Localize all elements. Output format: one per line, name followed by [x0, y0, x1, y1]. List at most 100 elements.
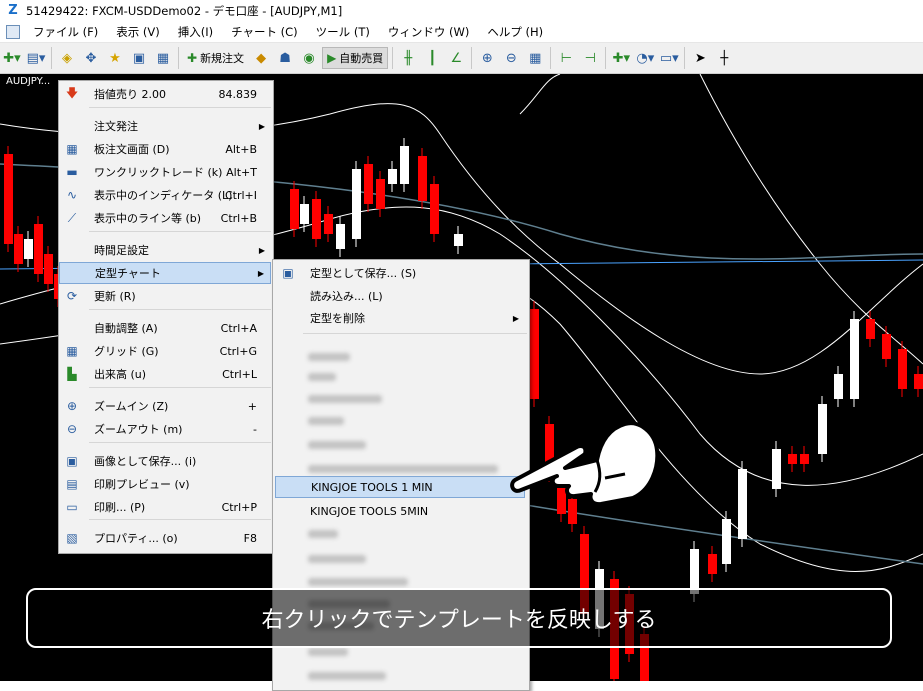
zoom-out-item[interactable]: ⊖ ズームアウト (m) - — [59, 418, 271, 440]
blurred-template-item[interactable] — [308, 672, 386, 680]
place-order-item[interactable]: 注文発注 ▶ — [59, 115, 271, 137]
crosshair-icon[interactable]: ┼ — [713, 47, 735, 69]
chart-shift-icon[interactable]: ⊣ — [579, 47, 601, 69]
sell-limit-item[interactable]: 🡇 指値売り 2.00 84.839 — [59, 83, 271, 105]
order-board-item[interactable]: ▦ 板注文画面 (D) Alt+B — [59, 138, 271, 160]
timeframes-item[interactable]: 時間足設定 ▶ — [59, 239, 271, 261]
save-as-picture-item[interactable]: ▣ 画像として保存... (i) — [59, 450, 271, 472]
menu-item-label: 表示中のライン等 (b) — [94, 212, 202, 225]
volume-item[interactable]: ▙ 出来高 (u) Ctrl+L — [59, 363, 271, 385]
submenu-arrow-icon: ▶ — [512, 313, 519, 323]
menu-help[interactable]: ヘルプ (H) — [478, 24, 552, 40]
bar-chart-icon[interactable]: ╫ — [397, 47, 419, 69]
bull-candle — [388, 169, 397, 184]
metaeditor-icon[interactable]: ◆ — [250, 47, 272, 69]
menu-separator — [89, 387, 271, 388]
menu-insert[interactable]: 挿入(I) — [169, 24, 222, 40]
blurred-template-item[interactable] — [308, 648, 348, 656]
bear-candle — [882, 334, 891, 359]
toolbar: ✚▾ ▤▾ ◈ ✥ ★ ▣ ▦ ✚ 新規注文 ◆ ☗ ◉ ▶ 自動売買 ╫ ┃ ∠ … — [0, 43, 923, 74]
blurred-template-item[interactable] — [308, 578, 408, 586]
menu-item-shortcut: 84.839 — [218, 87, 258, 101]
print-preview-item[interactable]: ▤ 印刷プレビュー (v) — [59, 473, 271, 495]
new-chart-icon[interactable]: ✚▾ — [1, 47, 23, 69]
toolbar-separator — [605, 47, 607, 69]
objects-icon: ⟋ — [67, 210, 77, 225]
candlestick-icon[interactable]: ┃ — [421, 47, 443, 69]
crosshair-nav-icon[interactable]: ✥ — [80, 47, 102, 69]
chart-window-icon[interactable] — [6, 25, 20, 39]
blurred-template-item[interactable] — [308, 465, 498, 473]
line-chart-icon[interactable]: ∠ — [445, 47, 467, 69]
indicators-icon[interactable]: ✚▾ — [610, 47, 632, 69]
menu-window[interactable]: ウィンドウ (W) — [379, 24, 479, 40]
menu-tools[interactable]: ツール (T) — [307, 24, 379, 40]
market-watch-icon[interactable]: ◈ — [56, 47, 78, 69]
save-template-item[interactable]: ▣ 定型として保存... (S) — [275, 262, 525, 284]
menu-item-shortcut: + — [247, 399, 257, 413]
template-kingjoe-5min-item[interactable]: KINGJOE TOOLS 5MIN — [275, 500, 525, 522]
tester-icon[interactable]: ▦ — [152, 47, 174, 69]
blurred-template-item[interactable] — [308, 417, 344, 425]
objects-list-item[interactable]: ⟋ 表示中のライン等 (b) Ctrl+B — [59, 207, 271, 229]
tile-windows-icon[interactable]: ▦ — [524, 47, 546, 69]
submenu-item-label: KINGJOE TOOLS 5MIN — [310, 504, 429, 518]
favorites-icon[interactable]: ★ — [104, 47, 126, 69]
bull-candle — [834, 374, 843, 399]
indicators-list-item[interactable]: ∿ 表示中のインディケータ (L) Ctrl+I — [59, 184, 271, 206]
menu-view[interactable]: 表示 (V) — [107, 24, 169, 40]
blurred-template-item[interactable] — [308, 395, 382, 403]
bull-candle — [722, 519, 731, 564]
properties-icon: ▧ — [66, 531, 78, 545]
menu-item-label: ズームイン (Z) — [94, 400, 169, 413]
signals-icon[interactable]: ◉ — [298, 47, 320, 69]
toolbar-separator — [178, 47, 179, 69]
menu-item-label: 注文発注 — [94, 120, 138, 133]
delete-template-item[interactable]: 定型を削除 ▶ — [275, 307, 525, 329]
menu-bar: ファイル (F) 表示 (V) 挿入(I) チャート (C) ツール (T) ウ… — [0, 22, 923, 43]
toolbar-separator — [684, 47, 686, 69]
template-kingjoe-1min-item[interactable]: KINGJOE TOOLS 1 MIN — [275, 476, 525, 498]
periods-icon[interactable]: ◔▾ — [634, 47, 656, 69]
print-icon: ▭ — [66, 500, 78, 514]
load-template-item[interactable]: 読み込み... (L) — [275, 285, 525, 307]
window-title: 51429422: FXCM-USDDemo02 - デモ口座 - [AUDJP… — [26, 4, 343, 18]
indicators-icon: ∿ — [66, 188, 78, 202]
blurred-template-item[interactable] — [308, 530, 338, 538]
zoom-in-item[interactable]: ⊕ ズームイン (Z) + — [59, 395, 271, 417]
save-image-icon: ▣ — [66, 454, 78, 468]
bull-candle — [400, 146, 409, 184]
new-order-button[interactable]: ✚ 新規注文 — [183, 47, 248, 69]
zoom-out-icon[interactable]: ⊖ — [500, 47, 522, 69]
menu-file[interactable]: ファイル (F) — [24, 24, 107, 40]
menu-separator — [89, 231, 271, 232]
accounts-icon[interactable]: ☗ — [274, 47, 296, 69]
toolbar-separator — [392, 47, 394, 69]
template-item[interactable]: 定型チャート ▶ — [59, 262, 271, 284]
bear-candle — [530, 309, 539, 399]
bear-candle — [34, 224, 43, 274]
print-item[interactable]: ▭ 印刷... (P) Ctrl+P — [59, 496, 271, 518]
blurred-template-item[interactable] — [308, 555, 366, 563]
terminal-icon[interactable]: ▣ — [128, 47, 150, 69]
auto-scroll-icon[interactable]: ⊢ — [555, 47, 577, 69]
auto-scale-item[interactable]: 自動調整 (A) Ctrl+A — [59, 317, 271, 339]
properties-item[interactable]: ▧ プロパティ... (o) F8 — [59, 527, 271, 549]
blurred-template-item[interactable] — [308, 373, 336, 381]
menu-item-shortcut: Ctrl+G — [219, 344, 257, 358]
auto-trade-button[interactable]: ▶ 自動売買 — [322, 47, 389, 69]
blurred-template-item[interactable] — [308, 353, 350, 361]
menu-item-shortcut: Ctrl+L — [222, 367, 257, 381]
menu-chart[interactable]: チャート (C) — [222, 24, 307, 40]
zoom-in-icon[interactable]: ⊕ — [476, 47, 498, 69]
grid-item[interactable]: ▦ グリッド (G) Ctrl+G — [59, 340, 271, 362]
menu-item-label: 印刷プレビュー (v) — [94, 478, 190, 491]
templates-icon[interactable]: ▭▾ — [658, 47, 680, 69]
blurred-template-item[interactable] — [308, 441, 366, 449]
cursor-icon[interactable]: ➤ — [689, 47, 711, 69]
refresh-item[interactable]: ⟳ 更新 (R) — [59, 285, 271, 307]
profiles-icon[interactable]: ▤▾ — [25, 47, 47, 69]
one-click-trade-item[interactable]: ▬ ワンクリックトレード (k) Alt+T — [59, 161, 271, 183]
one-click-trade-icon: ▬ — [66, 165, 78, 179]
menu-item-label: プロパティ... (o) — [94, 532, 178, 545]
